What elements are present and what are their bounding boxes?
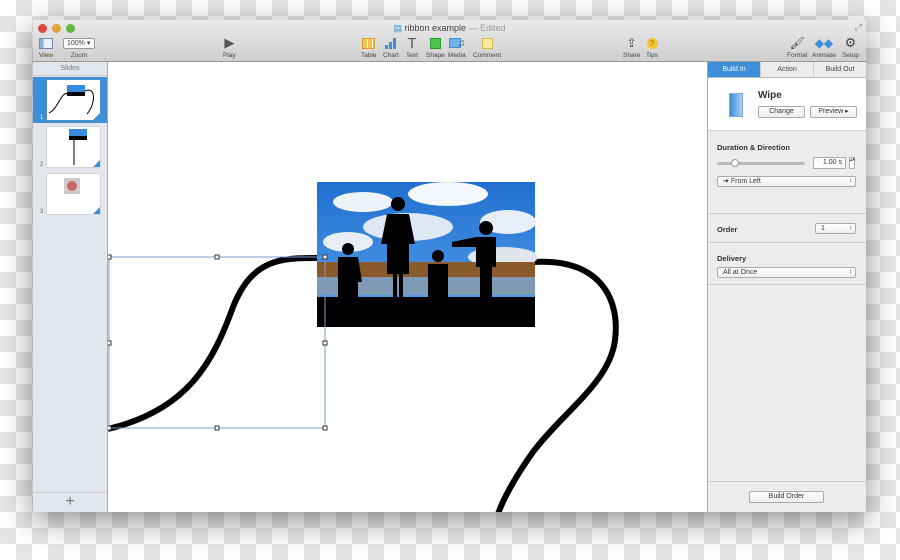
format-button[interactable]: 🖌 Format: [787, 36, 808, 59]
shape-icon: [429, 36, 441, 50]
tab-action[interactable]: Action: [760, 62, 813, 77]
tips-icon: ?: [646, 36, 658, 50]
play-button[interactable]: ▶ Play: [223, 35, 236, 59]
keynote-window: ▤ ribbon example — Edited ⤢ View 100% ▾ Z…: [33, 20, 866, 512]
slide-thumbnail-3[interactable]: 3: [33, 171, 107, 217]
text-button[interactable]: T Text: [406, 34, 418, 60]
change-button[interactable]: Change: [758, 106, 805, 118]
order-select[interactable]: 1: [815, 223, 856, 234]
preview-button[interactable]: Preview ▸: [810, 106, 857, 118]
fullscreen-icon[interactable]: ⤢: [855, 22, 862, 33]
chart-button[interactable]: Chart: [383, 36, 399, 59]
chart-icon: [384, 36, 398, 50]
order-label: Order: [717, 225, 738, 234]
view-button[interactable]: View: [39, 36, 53, 59]
tab-build-in[interactable]: Build In: [708, 62, 760, 77]
build-order-button[interactable]: Build Order: [749, 491, 824, 503]
slide-thumbnail-2[interactable]: 2: [33, 124, 107, 170]
gear-icon: ⚙: [844, 35, 857, 50]
setup-button[interactable]: ⚙ Setup: [842, 35, 859, 59]
zoom-control[interactable]: 100% ▾ Zoom: [63, 36, 95, 59]
delivery-label: Delivery: [717, 254, 747, 263]
media-icon: ♫: [448, 36, 465, 50]
slides-header: Slides: [33, 62, 107, 76]
play-icon: ▶: [224, 35, 235, 50]
direction-select[interactable]: ➜ From Left: [717, 176, 856, 187]
duration-slider[interactable]: [717, 159, 805, 167]
animate-icon: ◆◆: [814, 36, 834, 50]
tab-build-out[interactable]: Build Out: [813, 62, 866, 77]
slides-navigator: Slides 1 2 3 +: [33, 62, 108, 512]
duration-label: Duration & Direction: [717, 143, 790, 152]
toolbar: ▤ ribbon example — Edited ⤢ View 100% ▾ Z…: [33, 20, 866, 62]
document-icon: ▤: [393, 23, 402, 33]
add-slide-button[interactable]: +: [33, 492, 107, 512]
window-title: ▤ ribbon example — Edited: [393, 23, 506, 33]
arrow-right-icon: ➜: [723, 178, 729, 185]
slider-thumb[interactable]: [730, 159, 739, 167]
comment-button[interactable]: Comment: [473, 36, 501, 59]
duration-stepper[interactable]: ▴▾: [849, 157, 855, 169]
tips-button[interactable]: ? Tips: [646, 36, 658, 59]
view-icon: [39, 36, 53, 50]
wipe-effect-icon: [729, 93, 743, 117]
slide-canvas[interactable]: [106, 62, 707, 512]
slide-thumbnail-1[interactable]: 1: [33, 77, 107, 123]
shape-button[interactable]: Shape: [426, 36, 445, 59]
comment-icon: [481, 36, 493, 50]
table-button[interactable]: Table: [361, 36, 377, 59]
animate-inspector: Build In Action Build Out Wipe Change Prev…: [707, 62, 866, 512]
zoom-select[interactable]: 100% ▾: [63, 37, 95, 49]
effect-name: Wipe: [758, 90, 782, 101]
text-icon: T: [407, 34, 417, 52]
delivery-select[interactable]: All at Once: [717, 267, 856, 278]
duration-field[interactable]: 1.00 s: [813, 157, 846, 169]
ribbon-line-left: [107, 254, 321, 432]
share-icon: ⇪: [626, 36, 637, 50]
animate-button[interactable]: ◆◆ Animate: [812, 36, 836, 59]
share-button[interactable]: ⇪ Share: [623, 36, 640, 59]
table-icon: [362, 36, 376, 50]
media-button[interactable]: ♫ Media: [448, 36, 466, 60]
paintbrush-icon: 🖌: [789, 36, 805, 50]
family-photo[interactable]: [317, 182, 538, 327]
